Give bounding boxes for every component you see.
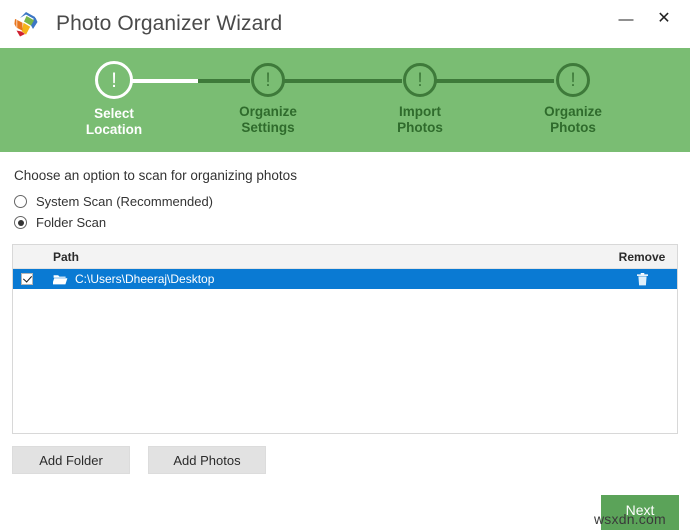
radio-folder-scan[interactable]: Folder Scan	[14, 215, 678, 230]
header-remove: Remove	[607, 250, 677, 264]
stepper-connector-3	[436, 79, 554, 83]
window-controls: — ✕	[610, 0, 690, 38]
scan-prompt: Choose an option to scan for organizing …	[14, 168, 678, 183]
radio-system-scan[interactable]: System Scan (Recommended)	[14, 194, 678, 209]
radio-system-scan-mark[interactable]	[14, 195, 27, 208]
row-checkbox-cell[interactable]	[13, 273, 41, 285]
step-1-label-line1: Select	[54, 106, 174, 122]
stepper-connector-1-todo	[198, 79, 250, 83]
row-path-label: C:\Users\Dheeraj\Desktop	[75, 272, 214, 286]
step-2-label-line2: Settings	[208, 120, 328, 136]
trash-icon[interactable]	[637, 273, 648, 286]
window-title: Photo Organizer Wizard	[56, 12, 282, 36]
wizard-body: Choose an option to scan for organizing …	[0, 168, 690, 474]
step-organize-photos[interactable]: ! Organize Photos	[513, 48, 633, 136]
step-4-circle: !	[556, 63, 590, 97]
title-bar: Photo Organizer Wizard — ✕	[0, 0, 690, 48]
radio-folder-scan-label: Folder Scan	[36, 215, 106, 230]
step-import-photos[interactable]: ! Import Photos	[360, 48, 480, 136]
folder-action-buttons: Add Folder Add Photos	[12, 446, 678, 474]
step-1-circle: !	[95, 61, 133, 99]
table-row[interactable]: C:\Users\Dheeraj\Desktop	[13, 269, 677, 289]
radio-system-scan-label: System Scan (Recommended)	[36, 194, 213, 209]
step-1-label: Select Location	[54, 106, 174, 138]
path-list-box: Path Remove C:\Users\Dheeraj\Desktop	[12, 244, 678, 434]
stepper-connector-2	[284, 79, 402, 83]
close-button[interactable]: ✕	[648, 4, 680, 34]
wizard-stepper: ! Select Location ! Organize Settings ! …	[0, 48, 690, 152]
next-button[interactable]: Next	[601, 495, 679, 530]
open-folder-icon	[53, 274, 68, 285]
path-list-header: Path Remove	[13, 245, 677, 269]
stepper-connector-1-done	[132, 79, 200, 83]
header-path: Path	[41, 250, 607, 264]
step-3-circle: !	[403, 63, 437, 97]
step-2-label-line1: Organize	[208, 104, 328, 120]
step-4-label-line1: Organize	[513, 104, 633, 120]
add-photos-button[interactable]: Add Photos	[148, 446, 266, 474]
step-2-circle: !	[251, 63, 285, 97]
step-2-label: Organize Settings	[208, 104, 328, 136]
step-select-location[interactable]: ! Select Location	[54, 48, 174, 138]
app-logo-icon	[11, 9, 41, 39]
step-3-label: Import Photos	[360, 104, 480, 136]
step-4-label: Organize Photos	[513, 104, 633, 136]
add-folder-button[interactable]: Add Folder	[12, 446, 130, 474]
step-4-label-line2: Photos	[513, 120, 633, 136]
step-1-label-line2: Location	[54, 122, 174, 138]
row-checkbox[interactable]	[21, 273, 33, 285]
step-3-label-line1: Import	[360, 104, 480, 120]
row-path-cell: C:\Users\Dheeraj\Desktop	[41, 272, 607, 286]
minimize-button[interactable]: —	[610, 4, 642, 34]
step-organize-settings[interactable]: ! Organize Settings	[208, 48, 328, 136]
step-3-label-line2: Photos	[360, 120, 480, 136]
row-remove-cell[interactable]	[607, 273, 677, 286]
radio-folder-scan-mark[interactable]	[14, 216, 27, 229]
